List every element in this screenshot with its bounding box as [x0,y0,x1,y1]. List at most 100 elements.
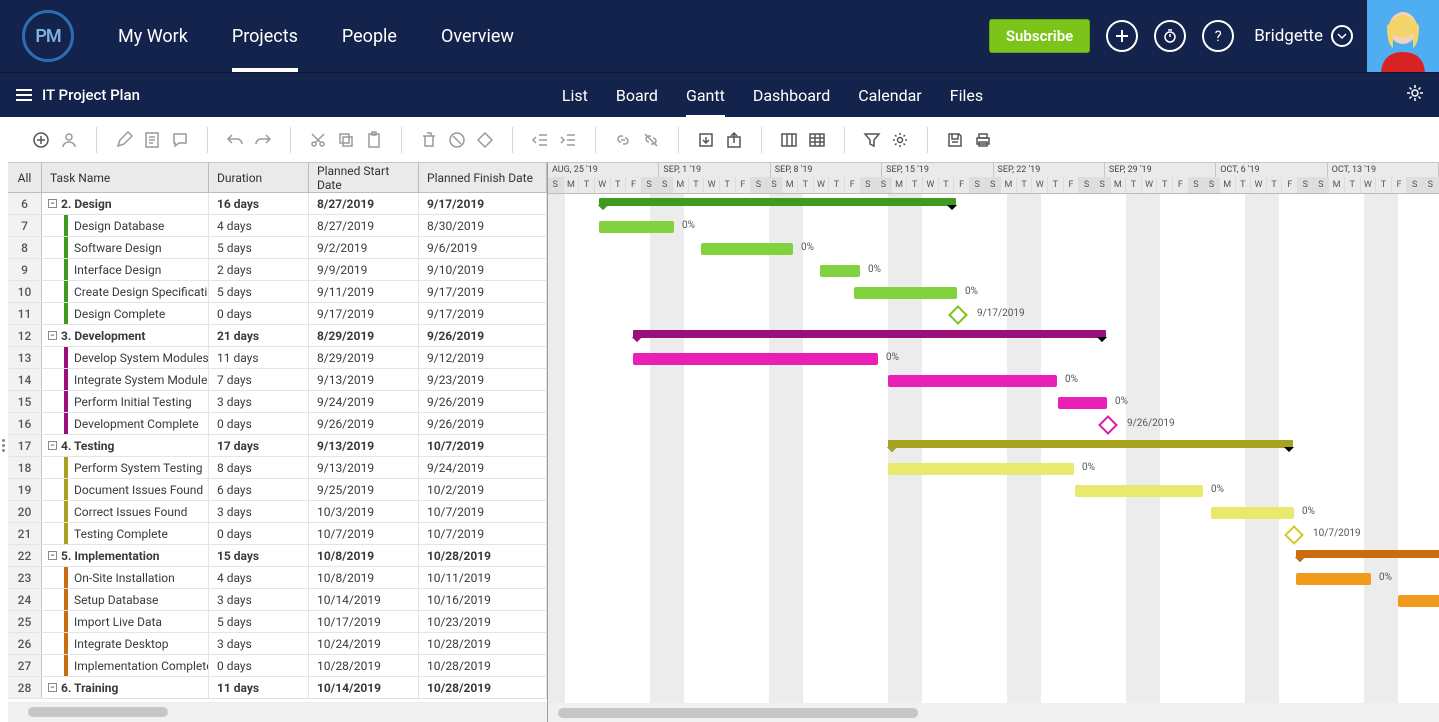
milestone-marker[interactable] [1284,525,1304,545]
table-row[interactable]: 6−2. Design16 days8/27/20199/17/2019 [8,193,547,215]
tab-gantt[interactable]: Gantt [686,73,725,118]
columns-icon[interactable] [780,131,798,149]
import-icon[interactable] [697,131,715,149]
hamburger-icon[interactable] [16,89,32,101]
col-finish[interactable]: Planned Finish Date [419,163,547,193]
outdent-icon[interactable] [531,131,549,149]
nav-people[interactable]: People [320,0,419,72]
nav-projects[interactable]: Projects [210,0,320,72]
table-row[interactable]: 8Software Design5 days9/2/20199/6/2019 [8,237,547,259]
paste-icon[interactable] [365,131,383,149]
resize-handle[interactable] [0,433,8,457]
table-row[interactable]: 23On-Site Installation4 days10/8/201910/… [8,567,547,589]
cut-icon[interactable] [309,131,327,149]
tab-board[interactable]: Board [616,73,658,118]
timer-icon[interactable] [1154,20,1186,52]
grid-hscroll[interactable] [8,702,547,722]
table-row[interactable]: 22−5. Implementation15 days10/8/201910/2… [8,545,547,567]
collapse-icon[interactable]: − [48,551,57,560]
table-row[interactable]: 24Setup Database3 days10/14/201910/16/20… [8,589,547,611]
filter-icon[interactable] [863,131,881,149]
task-bar[interactable] [701,243,793,255]
col-all[interactable]: All [8,163,42,193]
table-row[interactable]: 18Perform System Testing8 days9/13/20199… [8,457,547,479]
col-task-name[interactable]: Task Name [42,163,209,193]
table-row[interactable]: 13Develop System Modules11 days8/29/2019… [8,347,547,369]
col-duration[interactable]: Duration [209,163,309,193]
table-row[interactable]: 17−4. Testing17 days9/13/201910/7/2019 [8,435,547,457]
nav-overview[interactable]: Overview [419,0,536,72]
add-icon[interactable] [1106,20,1138,52]
table-row[interactable]: 10Create Design Specifications5 days9/11… [8,281,547,303]
export-icon[interactable] [725,131,743,149]
settings-icon[interactable] [891,131,909,149]
table-row[interactable]: 28−6. Training11 days10/14/201910/28/201… [8,677,547,699]
task-bar[interactable] [1398,595,1439,607]
tab-files[interactable]: Files [950,73,983,118]
task-bar[interactable] [599,221,674,233]
table-row[interactable]: 14Integrate System Modules7 days9/13/201… [8,369,547,391]
print-icon[interactable] [974,131,992,149]
table-row[interactable]: 16Development Complete0 days9/26/20199/2… [8,413,547,435]
task-bar[interactable] [888,375,1057,387]
milestone-marker[interactable] [948,305,968,325]
unlink-icon[interactable] [642,131,660,149]
gantt-hscroll[interactable] [548,703,1439,722]
summary-bar[interactable] [1296,550,1439,558]
nav-my-work[interactable]: My Work [96,0,210,72]
gantt-bars[interactable]: 0%0%0%0%9/17/20190%0%0%9/26/20190%0%0%10… [548,194,1439,703]
copy-icon[interactable] [337,131,355,149]
table-row[interactable]: 25Import Live Data5 days10/17/201910/23/… [8,611,547,633]
collapse-icon[interactable]: − [48,683,57,692]
task-bar[interactable] [888,463,1074,475]
task-bar[interactable] [1211,507,1294,519]
clear-icon[interactable] [448,131,466,149]
table-row[interactable]: 12−3. Development21 days8/29/20199/26/20… [8,325,547,347]
tab-calendar[interactable]: Calendar [858,73,921,118]
table-row[interactable]: 20Correct Issues Found3 days10/3/201910/… [8,501,547,523]
edit-icon[interactable] [115,131,133,149]
table-row[interactable]: 26Integrate Desktop3 days10/24/201910/28… [8,633,547,655]
redo-icon[interactable] [254,131,272,149]
table-row[interactable]: 27Implementation Complete0 days10/28/201… [8,655,547,677]
summary-bar[interactable] [888,440,1293,448]
link-icon[interactable] [614,131,632,149]
table-row[interactable]: 15Perform Initial Testing3 days9/24/2019… [8,391,547,413]
notes-icon[interactable] [143,131,161,149]
table-row[interactable]: 11Design Complete0 days9/17/20199/17/201… [8,303,547,325]
summary-bar[interactable] [633,330,1106,338]
table-row[interactable]: 19Document Issues Found6 days9/25/201910… [8,479,547,501]
collapse-icon[interactable]: − [48,331,57,340]
save-icon[interactable] [946,131,964,149]
task-bar[interactable] [854,287,957,299]
undo-icon[interactable] [226,131,244,149]
table-row[interactable]: 9Interface Design2 days9/9/20199/10/2019 [8,259,547,281]
collapse-icon[interactable]: − [48,199,57,208]
comment-icon[interactable] [171,131,189,149]
indent-icon[interactable] [559,131,577,149]
task-bar[interactable] [1296,573,1371,585]
subscribe-button[interactable]: Subscribe [989,19,1090,53]
task-bar[interactable] [633,353,878,365]
task-bar[interactable] [1058,397,1107,409]
table-row[interactable]: 21Testing Complete0 days10/7/201910/7/20… [8,523,547,545]
add-task-icon[interactable] [32,131,50,149]
assign-icon[interactable] [60,131,78,149]
avatar[interactable] [1367,0,1439,72]
tab-list[interactable]: List [562,73,588,118]
user-menu[interactable]: Bridgette [1254,25,1353,47]
milestone-marker[interactable] [1098,415,1118,435]
summary-bar[interactable] [599,198,956,206]
col-start[interactable]: Planned Start Date [309,163,419,193]
table-row[interactable]: 7Design Database4 days8/27/20198/30/2019 [8,215,547,237]
help-icon[interactable]: ? [1202,20,1234,52]
delete-icon[interactable] [420,131,438,149]
collapse-icon[interactable]: − [48,441,57,450]
gear-icon[interactable] [1405,83,1425,107]
grid-icon[interactable] [808,131,826,149]
day-label: T [689,177,705,193]
task-bar[interactable] [1075,485,1203,497]
tab-dashboard[interactable]: Dashboard [753,73,830,118]
task-bar[interactable] [820,265,860,277]
milestone-icon[interactable] [476,131,494,149]
